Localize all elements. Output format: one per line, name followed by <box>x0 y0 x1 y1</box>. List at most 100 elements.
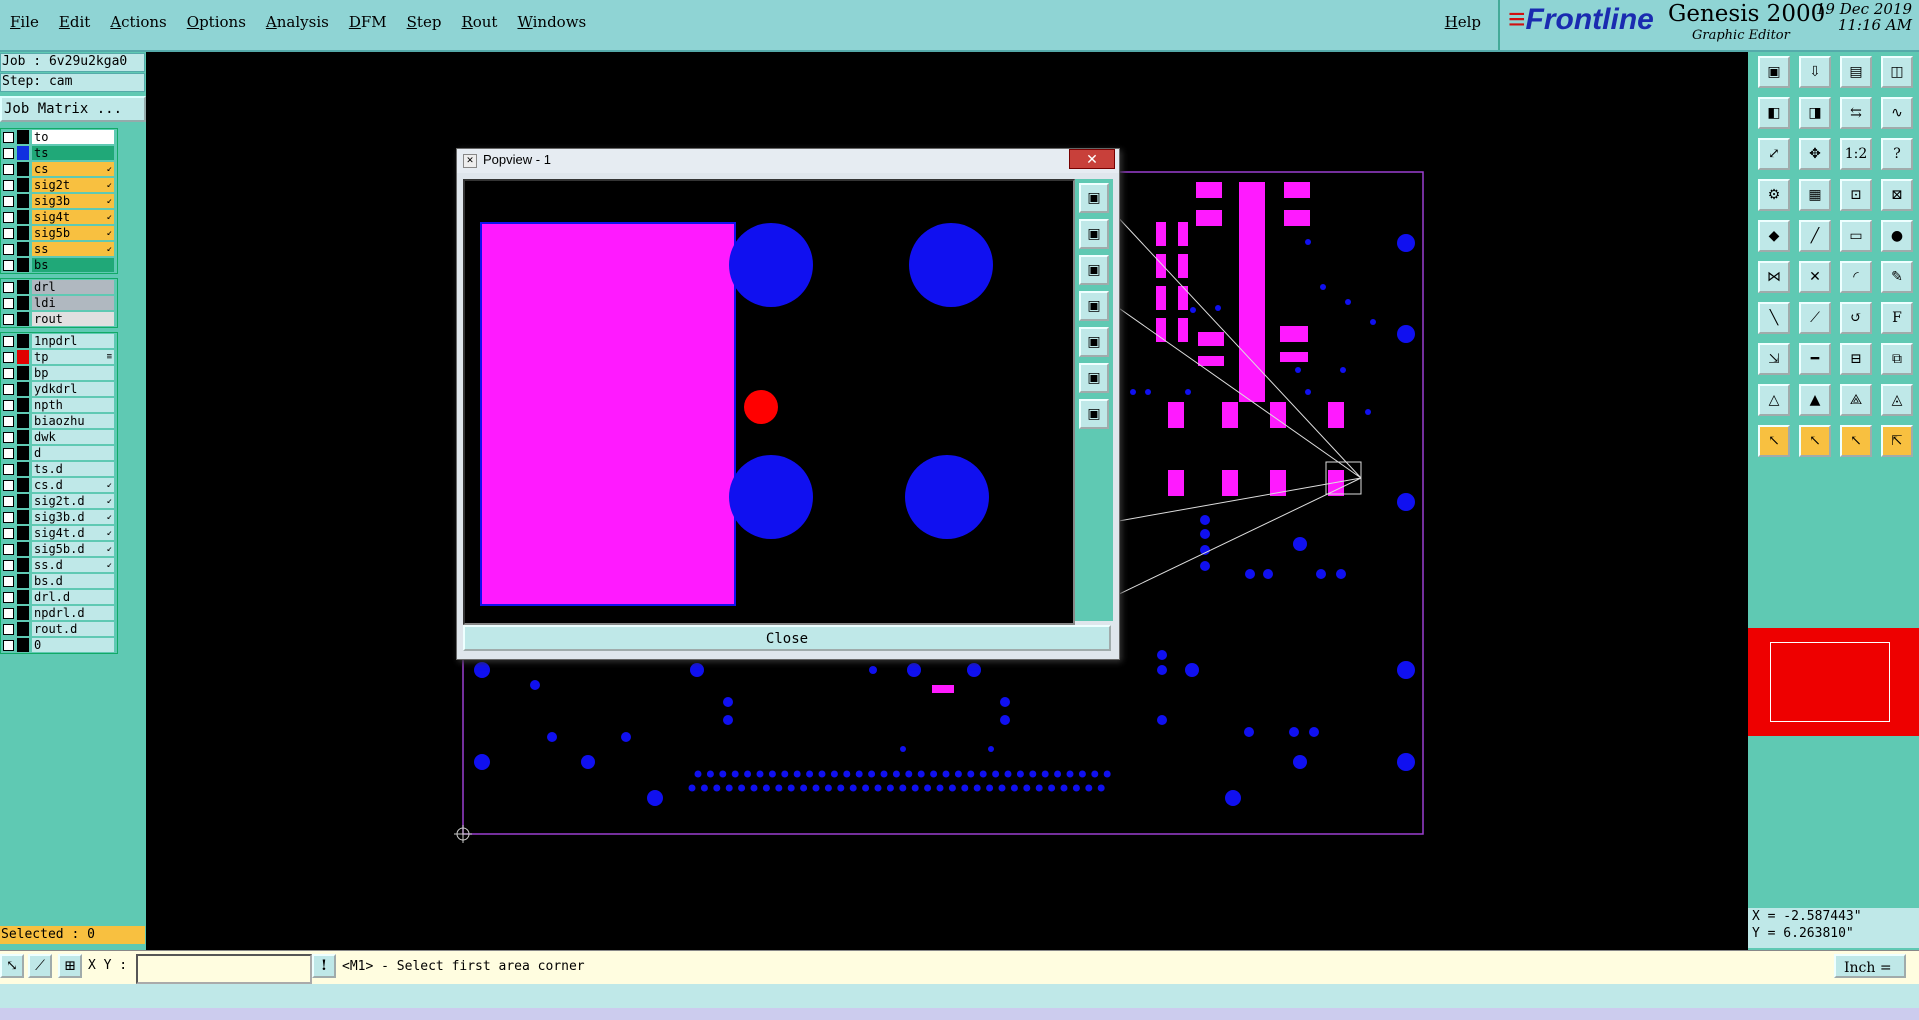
layer-name[interactable]: rout <box>32 312 114 326</box>
layer-color-swatch[interactable] <box>17 162 29 176</box>
layer-row[interactable]: to <box>1 129 117 145</box>
layer-name[interactable]: sig2t ↙ <box>32 178 114 192</box>
layer-name[interactable]: sig3b ↙ <box>32 194 114 208</box>
layer-name[interactable]: bs <box>32 258 114 272</box>
zoom-window-icon[interactable]: ▣ <box>1079 183 1109 213</box>
snap-icon[interactable]: ⤡ <box>0 954 24 978</box>
grid-icon[interactable]: ▦ <box>1799 179 1831 211</box>
layer-color-swatch[interactable] <box>17 542 29 556</box>
layer-color-swatch[interactable] <box>17 430 29 444</box>
layer-color-swatch[interactable] <box>17 366 29 380</box>
layer-color-swatch[interactable] <box>17 242 29 256</box>
menu-rout[interactable]: Rout <box>451 0 507 44</box>
layer-row[interactable]: dwk <box>1 429 117 445</box>
right-icon[interactable]: ◨ <box>1799 97 1831 129</box>
layer-row[interactable]: tp ≡ <box>1 349 117 365</box>
layer-color-swatch[interactable] <box>17 382 29 396</box>
export-icon[interactable]: ⇩ <box>1799 56 1831 88</box>
node-icon[interactable]: ⋈ <box>1758 261 1790 293</box>
layer-color-swatch[interactable] <box>17 510 29 524</box>
layer-name[interactable]: biaozhu <box>32 414 114 428</box>
measure-icon[interactable]: ⟋ <box>28 954 52 978</box>
popview-canvas[interactable] <box>463 179 1075 625</box>
layer-checkbox[interactable] <box>3 383 14 395</box>
layer-name[interactable]: ydkdrl <box>32 382 114 396</box>
layer-checkbox[interactable] <box>3 591 14 603</box>
layer-name[interactable]: sig3b.d ↙ <box>32 510 114 524</box>
layer-row[interactable]: ts <box>1 145 117 161</box>
fit-icon[interactable]: ▣ <box>1079 363 1109 393</box>
layer-color-swatch[interactable] <box>17 334 29 348</box>
layer-color-swatch[interactable] <box>17 590 29 604</box>
layer-name[interactable]: ldi <box>32 296 114 310</box>
layer-name[interactable]: bs.d <box>32 574 114 588</box>
save-icon[interactable]: ▣ <box>1758 56 1790 88</box>
layer-color-swatch[interactable] <box>17 446 29 460</box>
layer-color-swatch[interactable] <box>17 350 29 364</box>
layer-checkbox[interactable] <box>3 147 14 159</box>
layer-checkbox[interactable] <box>3 227 14 239</box>
layer-name[interactable]: tp ≡ <box>32 350 114 364</box>
window-close-button[interactable]: ✕ <box>1069 149 1115 169</box>
layer-name[interactable]: d <box>32 446 114 460</box>
layer-row[interactable]: ydkdrl <box>1 381 117 397</box>
layer-checkbox[interactable] <box>3 495 14 507</box>
zoom-fit-icon[interactable]: ⤢ <box>1758 138 1790 170</box>
layer-checkbox[interactable] <box>3 211 14 223</box>
layer-checkbox[interactable] <box>3 243 14 255</box>
zoom-out-icon[interactable]: ▣ <box>1079 255 1109 285</box>
layer-name[interactable]: bp <box>32 366 114 380</box>
zoom-prev-icon[interactable]: ▣ <box>1079 327 1109 357</box>
pointer4-icon[interactable]: ⇱ <box>1881 425 1913 457</box>
layer-name[interactable]: npdrl.d <box>32 606 114 620</box>
menu-file[interactable]: File <box>0 0 49 44</box>
layer-checkbox[interactable] <box>3 335 14 347</box>
layer-checkbox[interactable] <box>3 281 14 293</box>
layer-color-swatch[interactable] <box>17 146 29 160</box>
layer-checkbox[interactable] <box>3 195 14 207</box>
layer-color-swatch[interactable] <box>17 296 29 310</box>
menu-dfm[interactable]: DFM <box>339 0 397 44</box>
tri3-icon[interactable]: ⟁ <box>1840 384 1872 416</box>
layer-row[interactable]: npth <box>1 397 117 413</box>
menu-help[interactable]: Help <box>1435 0 1491 44</box>
panel-icon[interactable]: ◫ <box>1881 56 1913 88</box>
layer-checkbox[interactable] <box>3 313 14 325</box>
snap-red2-icon[interactable]: ⊠ <box>1881 179 1913 211</box>
flip-icon[interactable]: ⇆ <box>1840 97 1872 129</box>
layer-color-swatch[interactable] <box>17 494 29 508</box>
layer-name[interactable]: sig5b.d ↙ <box>32 542 114 556</box>
layer-row[interactable]: sig5b.d ↙ <box>1 541 117 557</box>
menu-windows[interactable]: Windows <box>507 0 596 44</box>
layer-color-swatch[interactable] <box>17 226 29 240</box>
layer-row[interactable]: drl.d <box>1 589 117 605</box>
layer-row[interactable]: bs.d <box>1 573 117 589</box>
draw-slant-icon[interactable]: ⟋ <box>1799 302 1831 334</box>
pan-view-icon[interactable]: ▣ <box>1079 399 1109 429</box>
layer-row[interactable]: biaozhu <box>1 413 117 429</box>
layer-row[interactable]: sig2t.d ↙ <box>1 493 117 509</box>
layer-row[interactable]: drl <box>1 279 117 295</box>
layer-name[interactable]: to <box>32 130 114 144</box>
job-matrix-button[interactable]: Job Matrix ... <box>0 96 146 122</box>
overview-viewport[interactable] <box>1770 642 1890 722</box>
layer-row[interactable]: 1npdrl <box>1 333 117 349</box>
layer-color-swatch[interactable] <box>17 398 29 412</box>
menu-options[interactable]: Options <box>177 0 256 44</box>
layer-name[interactable]: ss.d ↙ <box>32 558 114 572</box>
text-icon[interactable]: F <box>1881 302 1913 334</box>
menu-step[interactable]: Step <box>397 0 452 44</box>
pointer2-icon[interactable]: ↖ <box>1799 425 1831 457</box>
layer-color-swatch[interactable] <box>17 210 29 224</box>
layer-checkbox[interactable] <box>3 259 14 271</box>
layer-row[interactable]: npdrl.d <box>1 605 117 621</box>
layer-checkbox[interactable] <box>3 179 14 191</box>
layer-checkbox[interactable] <box>3 479 14 491</box>
layer-checkbox[interactable] <box>3 367 14 379</box>
layer-checkbox[interactable] <box>3 163 14 175</box>
layer-color-swatch[interactable] <box>17 194 29 208</box>
layer-name[interactable]: ts <box>32 146 114 160</box>
layer-name[interactable]: 1npdrl <box>32 334 114 348</box>
layers-icon[interactable]: ▤ <box>1840 56 1872 88</box>
help-icon[interactable]: ? <box>1881 138 1913 170</box>
